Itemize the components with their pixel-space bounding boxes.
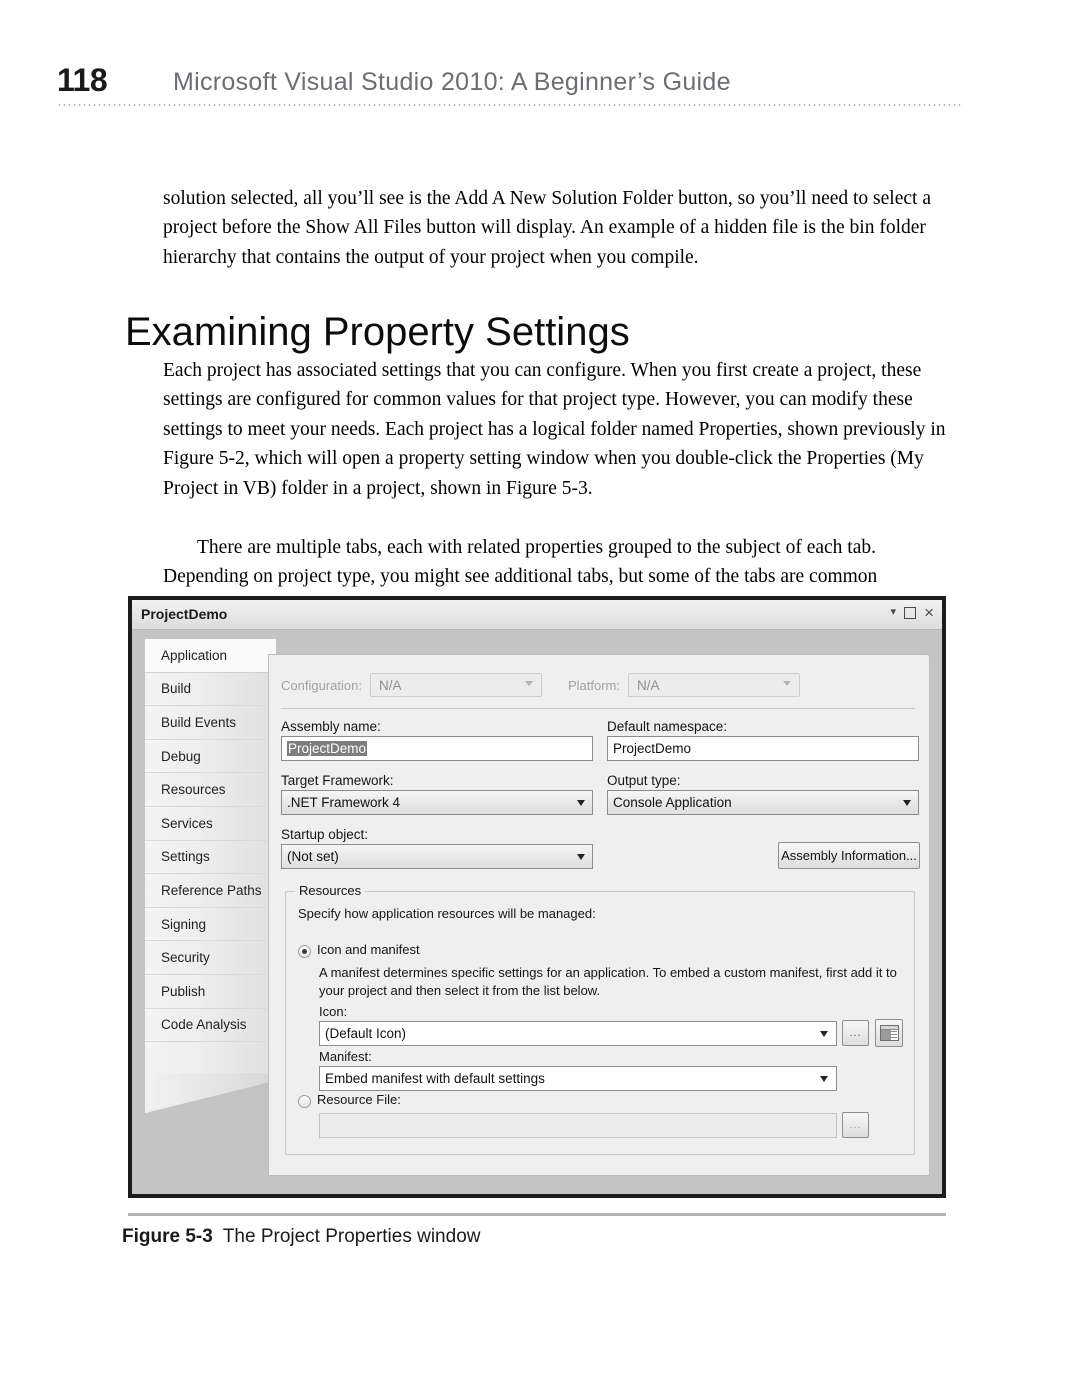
tab-label: Security: [161, 950, 210, 966]
resource-file-browse-button[interactable]: ...: [842, 1112, 869, 1138]
chevron-down-icon: [903, 800, 911, 806]
chevron-down-icon: [820, 1031, 828, 1037]
icon-browse-button[interactable]: ...: [842, 1020, 869, 1046]
resources-specify-text: Specify how application resources will b…: [298, 906, 596, 921]
tab-label: Build: [161, 681, 192, 697]
tab-services[interactable]: Services: [145, 807, 276, 841]
image-preview-icon: [879, 1025, 899, 1041]
paragraph-body-2: There are multiple tabs, each with relat…: [163, 536, 878, 588]
tab-label: Build Events: [161, 714, 237, 730]
chevron-down-icon: [782, 681, 791, 686]
tab-debug[interactable]: Debug: [145, 740, 276, 774]
window-controls: ▾ ×: [891, 604, 934, 621]
tab-code-analysis[interactable]: Code Analysis: [145, 1009, 276, 1043]
tab-resources[interactable]: Resources: [145, 773, 276, 807]
resource-file-radio[interactable]: [298, 1095, 311, 1108]
tab-signing[interactable]: Signing: [145, 908, 276, 942]
icon-value: (Default Icon): [325, 1026, 407, 1041]
manifest-description: A manifest determines specific settings …: [319, 965, 897, 998]
application-pane: Configuration: N/A Platform: N/A Assembl…: [268, 654, 930, 1176]
page-running-head: 118 Microsoft Visual Studio 2010: A Begi…: [57, 62, 963, 110]
icon-label: Icon:: [319, 1004, 348, 1019]
figure-caption-text: The Project Properties window: [222, 1226, 481, 1247]
tab-build-events[interactable]: Build Events: [145, 706, 276, 740]
tab-label: Debug: [161, 748, 201, 764]
output-type-label: Output type:: [607, 773, 681, 788]
manifest-label: Manifest:: [319, 1049, 372, 1064]
assembly-information-button[interactable]: Assembly Information...: [778, 842, 920, 869]
figure-caption: Figure 5-3 The Project Properties window: [122, 1226, 480, 1248]
configuration-value: N/A: [378, 677, 402, 693]
assembly-name-input[interactable]: ProjectDemo: [281, 736, 593, 761]
tab-settings[interactable]: Settings: [145, 841, 276, 875]
resources-groupbox: Resources Specify how application resour…: [285, 883, 915, 1155]
configuration-select[interactable]: N/A: [369, 673, 542, 697]
properties-tab-strip: Application Build Build Events Debug Res…: [144, 638, 276, 1076]
paragraph-body-1: Each project has associated settings tha…: [163, 359, 946, 499]
figure-5-3: ProjectDemo ▾ × Application Build Build …: [128, 596, 946, 1198]
target-framework-select[interactable]: .NET Framework 4: [281, 790, 593, 815]
header-dotted-rule: [57, 104, 963, 106]
assembly-name-value: ProjectDemo: [287, 741, 368, 756]
startup-object-select[interactable]: (Not set): [281, 844, 593, 869]
window-titlebar: ProjectDemo ▾ ×: [132, 600, 942, 630]
running-title: Microsoft Visual Studio 2010: A Beginner…: [173, 68, 731, 96]
tab-label: Publish: [161, 983, 206, 999]
default-namespace-value: ProjectDemo: [613, 741, 692, 756]
window-title: ProjectDemo: [141, 606, 228, 622]
configuration-row: Configuration: N/A Platform: N/A: [281, 673, 915, 697]
resource-file-label: Resource File:: [317, 1092, 401, 1107]
tab-label: Code Analysis: [161, 1017, 247, 1033]
icon-and-manifest-label: Icon and manifest: [317, 942, 420, 957]
platform-value: N/A: [636, 677, 660, 693]
manifest-select[interactable]: Embed manifest with default settings: [319, 1066, 837, 1091]
maximize-icon[interactable]: [904, 606, 917, 619]
window-body: Application Build Build Events Debug Res…: [132, 630, 942, 1194]
close-icon[interactable]: ×: [924, 604, 934, 621]
tab-label: Signing: [161, 916, 207, 932]
platform-select[interactable]: N/A: [627, 673, 800, 697]
tab-label: Application: [161, 647, 228, 663]
chevron-down-icon: [524, 681, 533, 686]
project-properties-window: ProjectDemo ▾ × Application Build Build …: [128, 596, 946, 1198]
startup-object-value: (Not set): [287, 849, 339, 864]
resources-group-legend: Resources: [295, 883, 366, 898]
icon-and-manifest-radio[interactable]: [298, 945, 311, 958]
output-type-value: Console Application: [613, 795, 732, 810]
tab-build[interactable]: Build: [145, 673, 276, 707]
output-type-select[interactable]: Console Application: [607, 790, 919, 815]
assembly-name-label: Assembly name:: [281, 719, 381, 734]
page-number: 118: [57, 62, 108, 98]
tab-label: Settings: [161, 849, 210, 865]
tab-application[interactable]: Application: [145, 639, 276, 673]
platform-label: Platform:: [567, 677, 620, 693]
tab-publish[interactable]: Publish: [145, 975, 276, 1009]
icon-preview-button[interactable]: [875, 1019, 903, 1047]
target-framework-value: .NET Framework 4: [287, 795, 401, 810]
target-framework-label: Target Framework:: [281, 773, 394, 788]
chevron-down-icon[interactable]: ▾: [891, 607, 897, 618]
default-namespace-label: Default namespace:: [607, 719, 728, 734]
resource-file-input[interactable]: [319, 1113, 837, 1138]
chevron-down-icon: [577, 854, 585, 860]
tab-label: Resources: [161, 782, 226, 798]
chevron-down-icon: [577, 800, 585, 806]
caption-rule: [128, 1213, 946, 1216]
icon-select[interactable]: (Default Icon): [319, 1021, 837, 1046]
configuration-label: Configuration:: [281, 677, 362, 693]
figure-caption-label: Figure 5-3: [122, 1226, 213, 1247]
startup-object-label: Startup object:: [281, 827, 369, 842]
tab-label: Reference Paths: [161, 882, 262, 898]
tab-reference-paths[interactable]: Reference Paths: [145, 874, 276, 908]
default-namespace-input[interactable]: ProjectDemo: [607, 736, 919, 761]
page-title: Examining Property Settings: [125, 309, 630, 354]
separator-rule: [281, 708, 915, 709]
paragraph-intro: solution selected, all you’ll see is the…: [163, 187, 931, 268]
tab-security[interactable]: Security: [145, 941, 276, 975]
chevron-down-icon: [820, 1076, 828, 1082]
tab-label: Services: [161, 815, 213, 831]
manifest-value: Embed manifest with default settings: [325, 1071, 545, 1086]
